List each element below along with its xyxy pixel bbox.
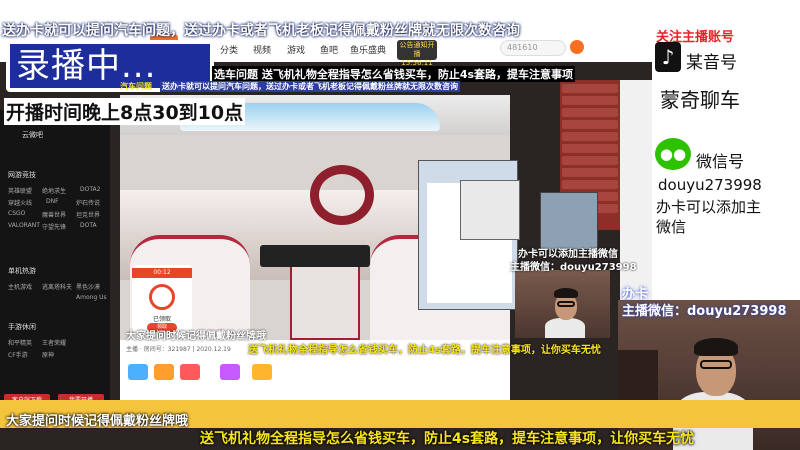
badge-icon [252,364,272,380]
badge-icon [128,364,148,380]
account-name: 蒙奇聊车 [660,88,740,112]
bottom-caption: 大家提问时候记得佩戴粉丝牌哦 [6,414,189,429]
stream-screen: 首页 分类 视频 游戏 鱼吧 鱼乐盛典 公告通知开播 15:56:11 4816… [0,0,800,450]
player-caption: 大家提问时候记得佩戴粉丝牌哦 [126,331,266,342]
left-sidebar: 云微吧 网游竞技 英雄联盟 绝地求生 DOTA2 穿越火线 DNF 炉石传说 C… [0,110,110,410]
badge-icon [180,364,200,380]
nav-tab-video[interactable]: 视频 [253,43,271,56]
car-screen-image [260,245,370,267]
gift-row [562,156,618,165]
steering-wheel-image [310,165,374,225]
gift-row [562,180,618,189]
note-line-2: 微信 [656,218,687,236]
timer-card: 00:12 已领取 领取 [132,265,192,332]
gift-row [562,120,618,129]
timer-sub: 已领取 [152,316,171,323]
sidebar-game[interactable]: 黑色沙漠 [76,282,100,291]
sidebar-game[interactable]: DOTA [80,222,97,229]
timer-ring-icon [149,284,175,310]
sidebar-follow[interactable]: 云微吧 [22,130,43,140]
gift-row [562,144,618,153]
sidebar-section-single: 单机热游 [8,267,36,275]
timer-title: 00:12 [132,268,192,278]
sidebar-game[interactable]: 王者荣耀 [42,338,66,347]
clock-widget: 公告通知开播 15:56:11 [397,40,437,67]
sidebar-game[interactable]: 守望先锋 [42,222,66,231]
badge-icon [154,364,174,380]
ticker-line-2: 送办卡就可以提问汽车问题，送过办卡或者飞机老板记得佩戴粉丝牌就无限次数咨询 [160,81,460,92]
nav-tab-festival[interactable]: 鱼乐盛典 [350,43,386,56]
tiktok-label: 某音号 [686,53,737,73]
sidebar-game[interactable]: 坦克世界 [76,210,100,219]
wechat-id: douyu273998 [658,176,762,194]
sidebar-game[interactable]: 炉石传说 [76,198,100,207]
gift-row [562,84,618,93]
gift-row [562,168,618,177]
nested-window [460,180,520,240]
sidebar-game[interactable]: Among Us [76,294,107,301]
cam-main-caption-2: 主播微信：douyu273998 [622,304,787,319]
wechat-label: 微信号 [696,152,745,171]
bottom-scroll-text: 送飞机礼物全程指导怎么省钱买车，防止4s套路，提车注意事项，让你买车无忧 [200,431,695,447]
wechat-icon: ●● [655,138,691,170]
nav-tab-games[interactable]: 游戏 [287,43,305,56]
webcam-small [515,270,610,338]
room-meta: 主播 · 房间号：321987 | 2020.12.19 [126,346,231,353]
gift-row [562,96,618,105]
gift-row [562,132,618,141]
sidebar-section-online: 网游竞技 [8,171,36,179]
top-banner-text: 送办卡就可以提问汽车问题，送过办卡或者飞机老板记得佩戴粉丝牌就无限次数咨询 [2,23,520,39]
sidebar-game[interactable]: VALORANT [8,222,40,229]
nav-tab-fishbar[interactable]: 鱼吧 [320,43,338,56]
sidebar-game[interactable]: DNF [46,198,59,205]
note-line-1: 办卡可以添加主 [656,198,762,216]
tiktok-icon: ♪ [655,42,681,72]
search-icon[interactable] [570,40,584,54]
nav-tab-category[interactable]: 分类 [220,43,238,56]
sidebar-game[interactable]: 魔兽世界 [42,210,66,219]
search-input[interactable]: 481610 [500,40,566,56]
sidebar-game[interactable]: 逃离塔科夫 [42,282,72,291]
sidebar-game[interactable]: 绝地求生 [42,186,66,195]
sidebar-game[interactable]: 原神 [42,350,54,359]
sidebar-game[interactable]: CSGO [8,210,25,217]
cam-caption-2: 主播微信：douyu273998 [510,262,637,273]
badge-icon [220,364,240,380]
ticker-line-1: 选车问题 送飞机礼物全程指导怎么省钱买车，防止4s套路，提车注意事项 [212,66,576,82]
sidebar-game[interactable]: 英雄联盟 [8,186,32,195]
sidebar-game[interactable]: 主机游戏 [8,282,32,291]
clock-label: 公告通知开播 [399,41,435,58]
sidebar-game[interactable]: 和平精英 [8,338,32,347]
gift-row [562,108,618,117]
sidebar-game[interactable]: 穿越火线 [8,198,32,207]
sidebar-section-mobile: 手游休闲 [8,323,36,331]
nested-window [540,192,598,250]
sidebar-game[interactable]: DOTA2 [80,186,100,193]
sidebar-game[interactable]: CF手游 [8,350,28,359]
ticker-line-2-prefix: 汽车问题 [120,82,152,91]
schedule-text: 开播时间晚上8点30到10点 [4,98,246,125]
player-ticker: 送飞机礼物全程指导怎么省钱买车，防止4s套路，提车注意事项，让你买车无忧 [248,345,601,356]
